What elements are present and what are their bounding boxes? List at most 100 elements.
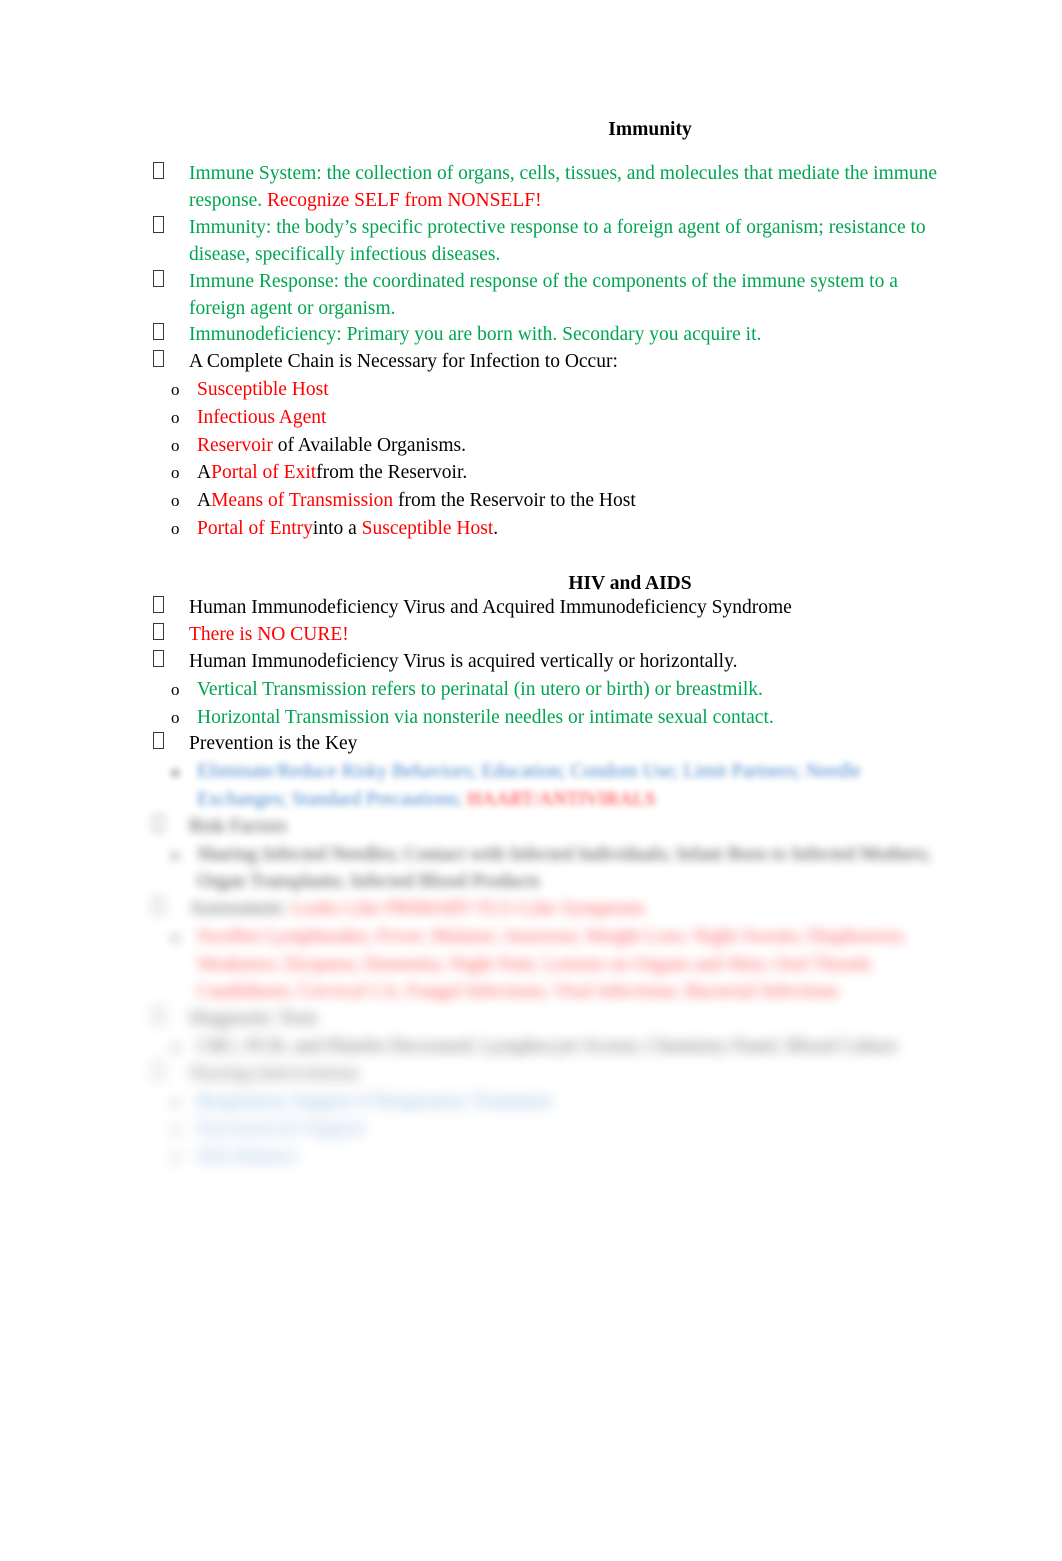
text-run: Human Immunodeficiency Virus is acquired…: [189, 651, 738, 673]
text-run: of Available Organisms.: [272, 434, 466, 456]
text-run: Sharing Infected Needles; Contact with I…: [197, 843, 931, 893]
bullet-item: Immunity: the body’s specific protective…: [145, 215, 955, 269]
sub-bullet-text: Eliminate/Reduce Risky Behaviors; Educat…: [197, 761, 861, 810]
sub-bullet-text: CBC; PCR; and Platelet Decreased; Lympho…: [197, 1036, 898, 1057]
circle-bullet-icon: o: [171, 407, 180, 427]
document-page: Immunity Immune System: the collection o…: [0, 0, 1062, 1561]
bullet-item: There is NO CURE!: [145, 622, 955, 649]
square-bullet-icon: [153, 650, 164, 668]
square-bullet-icon: [153, 323, 164, 341]
sub-bullet-item: o Portal of Entryinto a Susceptible Host.: [145, 515, 955, 543]
text-run: Psychosocial Support: [197, 1118, 366, 1140]
circle-bullet-icon: o: [171, 1091, 180, 1111]
sub-bullet-text: Sharing Infected Needles; Contact with I…: [197, 844, 931, 893]
bullet-item: Prevention is the Key: [145, 731, 955, 758]
sub-bullet-item: o CBC; PCR; and Platelet Decreased; Lymph…: [145, 1033, 955, 1061]
circle-bullet-icon: o: [171, 1119, 180, 1139]
text-run: from the Reservoir to the Host: [393, 490, 636, 511]
sub-bullet-item: o Respiratory Support if Respiratory Trea…: [145, 1088, 955, 1116]
sub-bullet-list: o Eliminate/Reduce Risky Behaviors; Educa…: [145, 758, 955, 813]
sub-bullet-text: Diet Balance: [197, 1146, 298, 1167]
hiv-aids-bullet-list: Human Immunodeficiency Virus and Acquire…: [145, 595, 955, 1170]
sub-bullet-text: Respiratory Support if Respiratory Treat…: [197, 1091, 551, 1112]
bullet-text: Immunodeficiency: Primary you are born w…: [189, 324, 761, 345]
sub-bullet-text: AMeans of Transmission from the Reservoi…: [197, 490, 636, 511]
sub-bullet-text: APortal of Exitfrom the Reservoir.: [197, 462, 467, 483]
text-run: Risk Factors: [189, 815, 288, 837]
section-title-hiv-aids: HIV and AIDS: [568, 573, 692, 595]
sub-bullet-list: o CBC; PCR; and Platelet Decreased; Lymph…: [145, 1033, 955, 1061]
text-run: Nursing Interventions: [189, 1062, 360, 1084]
text-run: A: [197, 490, 212, 511]
sub-bullet-item: o Eliminate/Reduce Risky Behaviors; Educa…: [145, 758, 955, 813]
bullet-item: Immunodeficiency: Primary you are born w…: [145, 322, 955, 349]
bullet-text: Immune System: the collection of organs,…: [189, 163, 937, 211]
circle-bullet-icon: o: [171, 1036, 180, 1056]
bullet-text: There is NO CURE!: [189, 624, 349, 645]
sub-bullet-item: o Psychosocial Support: [145, 1115, 955, 1143]
text-run: .: [493, 517, 499, 539]
sub-bullet-text: Infectious Agent: [197, 407, 326, 428]
text-run: Infectious Agent: [197, 406, 327, 428]
text-run: Diet Balance: [197, 1145, 299, 1167]
sub-bullet-list: o Sharing Infected Needles; Contact with …: [145, 841, 955, 896]
sub-bullet-item: o Diet Balance: [145, 1143, 955, 1171]
sub-bullet-item: o Susceptible Host: [145, 376, 955, 404]
bullet-item: Assessment: Looks Like PRIMARY FLU-Like …: [145, 896, 955, 923]
bullet-text: Nursing Interventions: [189, 1063, 360, 1084]
square-bullet-icon: [153, 897, 164, 915]
text-run: Horizontal Transmission via nonsterile n…: [197, 706, 774, 728]
sub-bullet-list: o Swollen Lymphnodes; Fever; Malaise; Ano…: [145, 923, 955, 1006]
circle-bullet-icon: o: [171, 491, 180, 510]
text-run: Looks Like PRIMARY FLU-Like Symptoms: [286, 898, 645, 920]
bullet-item: Nursing Interventions: [145, 1061, 955, 1088]
circle-bullet-icon: o: [171, 518, 180, 538]
sub-bullet-text: Susceptible Host: [197, 379, 329, 400]
circle-bullet-icon: o: [171, 435, 180, 455]
text-run: Means of Transmission: [211, 490, 394, 511]
square-bullet-icon: [153, 269, 164, 287]
bullet-item: Human Immunodeficiency Virus and Acquire…: [145, 595, 955, 622]
square-bullet-icon: [153, 215, 164, 233]
bullet-text: Risk Factors: [189, 816, 287, 837]
bullet-text: Assessment: Looks Like PRIMARY FLU-Like …: [189, 898, 645, 919]
immunity-bullet-list: Immune System: the collection of organs,…: [145, 161, 955, 542]
square-bullet-icon: [153, 732, 164, 750]
text-run: Assessment:: [189, 898, 287, 920]
text-run: Susceptible Host: [361, 517, 494, 539]
sub-bullet-text: Vertical Transmission refers to perinata…: [197, 679, 763, 700]
text-run: Recognize SELF from NONSELF!: [266, 189, 542, 211]
text-run: Swollen Lymphnodes; Fever; Malaise; Anor…: [197, 925, 907, 1003]
text-run: HAART/ANTIVIRALS: [467, 789, 656, 811]
circle-bullet-icon: o: [171, 762, 180, 782]
text-run: Reservoir: [197, 434, 273, 456]
bullet-text: Prevention is the Key: [189, 733, 357, 754]
sub-bullet-item: o Vertical Transmission refers to perinat…: [145, 676, 955, 704]
circle-bullet-icon: o: [171, 380, 180, 400]
text-run: Portal of Exit: [211, 462, 317, 484]
bullet-text: Human Immunodeficiency Virus and Acquire…: [189, 597, 792, 618]
sub-bullet-text: Swollen Lymphnodes; Fever; Malaise; Anor…: [197, 926, 906, 1002]
text-run: Vertical Transmission refers to perinata…: [197, 679, 763, 701]
text-run: Immunodeficiency: Primary you are born w…: [189, 324, 762, 346]
bullet-item: Immune System: the collection of organs,…: [145, 161, 955, 215]
bullet-item: Immune Response: the coordinated respons…: [145, 269, 955, 323]
square-bullet-icon: [153, 162, 164, 179]
square-bullet-icon: [153, 350, 164, 368]
sub-bullet-text: Psychosocial Support: [197, 1118, 365, 1139]
sub-bullet-item: o Sharing Infected Needles; Contact with …: [145, 841, 955, 896]
sub-bullet-text: Portal of Entryinto a Susceptible Host.: [197, 518, 498, 539]
sub-bullet-item: o Infectious Agent: [145, 404, 955, 432]
circle-bullet-icon: o: [171, 680, 180, 700]
sub-bullet-list: o Respiratory Support if Respiratory Trea…: [145, 1088, 955, 1171]
sub-bullet-item: o AMeans of Transmission from the Reservo…: [145, 487, 955, 515]
sub-bullet-item: o APortal of Exitfrom the Reservoir.: [145, 459, 955, 487]
square-bullet-icon: [153, 1061, 164, 1079]
square-bullet-icon: [153, 814, 164, 832]
text-run: Susceptible Host: [197, 379, 329, 401]
bullet-text: A Complete Chain is Necessary for Infect…: [189, 351, 618, 372]
bullet-text: Immune Response: the coordinated respons…: [189, 271, 898, 319]
document-body: Immunity Immune System: the collection o…: [145, 118, 955, 1171]
text-run: Portal of Entry: [197, 517, 313, 539]
square-bullet-icon: [153, 596, 164, 614]
